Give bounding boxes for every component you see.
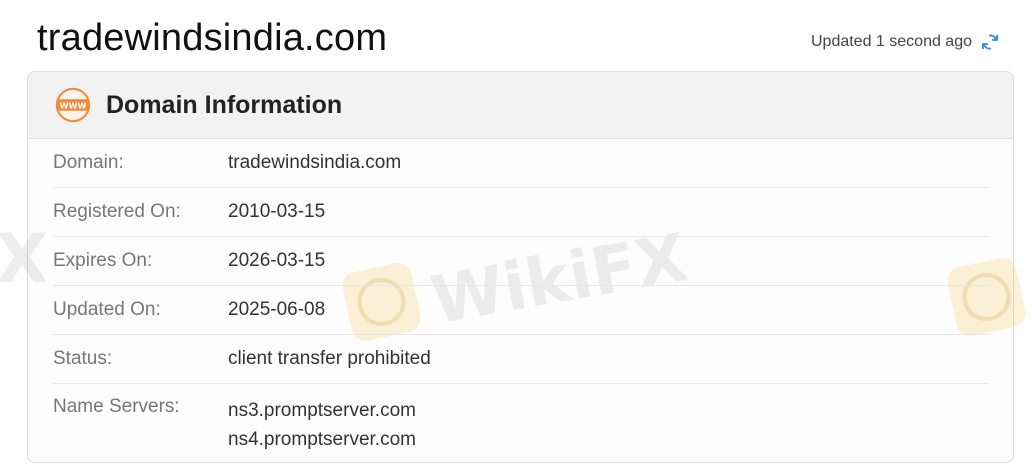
card-title: Domain Information — [106, 91, 343, 119]
svg-text:WWW: WWW — [60, 101, 87, 110]
row-label: Registered On: — [53, 201, 181, 222]
row-value: 2026-03-15 — [228, 250, 326, 271]
row-label: Status: — [53, 348, 113, 369]
name-server-list: ns3.promptserver.com ns4.promptserver.co… — [228, 396, 416, 454]
info-row-status: Status: client transfer prohibited — [53, 335, 989, 384]
update-status: Updated 1 second ago — [811, 32, 1000, 52]
card-header: WWW Domain Information — [28, 72, 1013, 139]
row-label: Expires On: — [53, 250, 153, 271]
row-label: Name Servers: — [53, 396, 180, 417]
info-row-updated: Updated On: 2025-06-08 — [53, 286, 989, 335]
info-row-domain: Domain: tradewindsindia.com — [53, 139, 989, 188]
www-icon: WWW — [55, 87, 91, 123]
row-value: client transfer prohibited — [228, 348, 431, 369]
row-value: tradewindsindia.com — [228, 152, 402, 173]
info-row-expires: Expires On: 2026-03-15 — [53, 237, 989, 286]
row-label: Updated On: — [53, 299, 161, 320]
row-value: 2010-03-15 — [228, 201, 326, 222]
info-table: Domain: tradewindsindia.com Registered O… — [28, 139, 1013, 462]
page-title: tradewindsindia.com — [37, 17, 388, 59]
name-server: ns4.promptserver.com — [228, 429, 416, 450]
updated-text: Updated 1 second ago — [810, 33, 972, 50]
name-server: ns3.promptserver.com — [228, 400, 416, 421]
row-label: Domain: — [53, 152, 124, 173]
domain-info-card: WWW Domain Information Domain: tradewind… — [27, 71, 1014, 463]
info-row-name-servers: Name Servers: ns3.promptserver.com ns4.p… — [53, 384, 989, 462]
refresh-icon[interactable] — [980, 32, 1000, 52]
row-value: 2025-06-08 — [228, 299, 326, 320]
info-row-registered: Registered On: 2010-03-15 — [53, 188, 989, 237]
